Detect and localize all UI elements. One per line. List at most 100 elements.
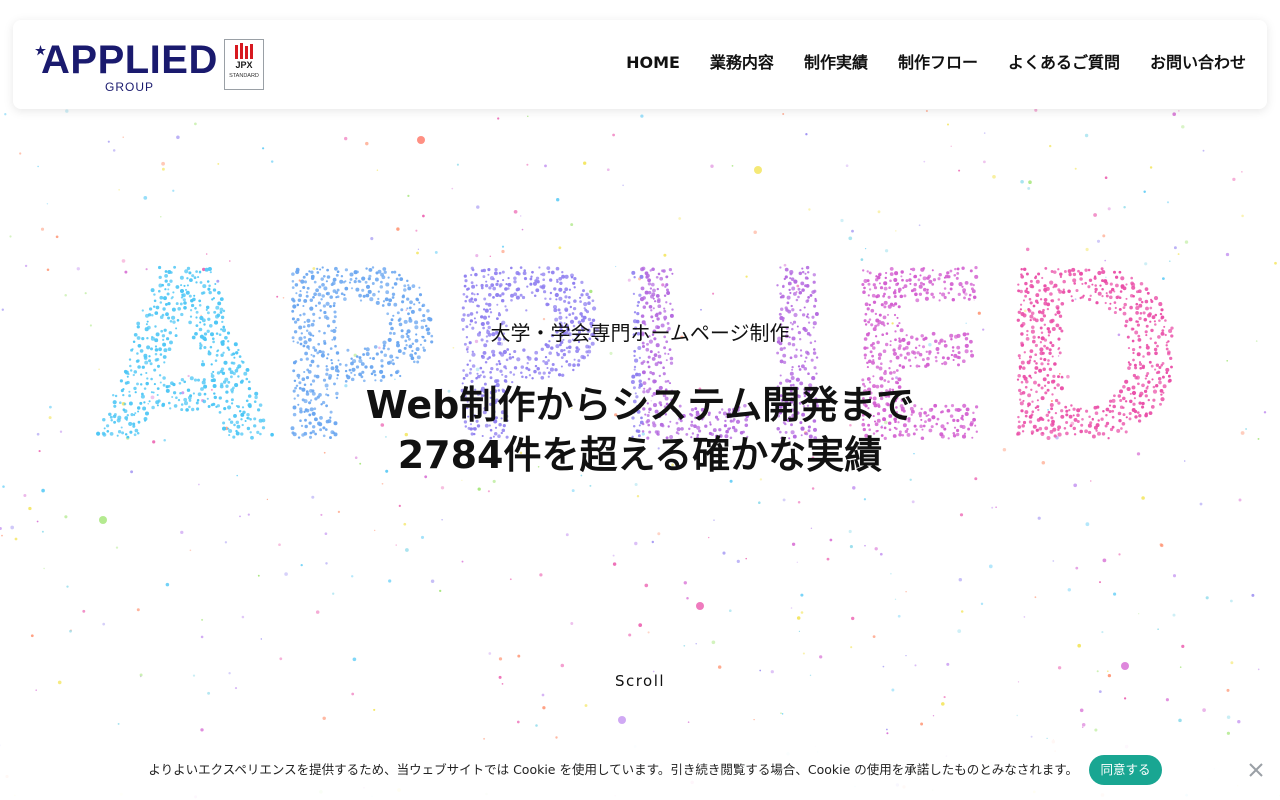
letter-particle [788, 288, 791, 292]
letter-particle [1153, 296, 1159, 301]
particle-dot [1177, 253, 1180, 256]
letter-particle [1017, 283, 1020, 286]
particle-dot [980, 602, 984, 606]
letter-particle [489, 308, 492, 311]
particle-dot [1184, 240, 1189, 244]
letter-particle [1084, 268, 1088, 272]
jpx-logo-icon [235, 43, 253, 59]
letter-particle [359, 280, 362, 283]
particle-dot [376, 169, 379, 171]
letter-particle [1071, 299, 1074, 302]
letter-particle [560, 365, 563, 368]
letter-particle [1155, 363, 1160, 367]
letter-particle [409, 300, 413, 305]
letter-particle [421, 304, 424, 308]
letter-particle [561, 373, 565, 377]
particle-dot [224, 541, 228, 544]
particle-dot [1226, 359, 1229, 362]
letter-particle [422, 314, 426, 318]
letter-particle [149, 362, 153, 366]
letter-particle [1120, 276, 1125, 281]
letter-particle [918, 284, 923, 289]
letter-particle [195, 310, 199, 314]
nav-home[interactable]: HOME [626, 51, 680, 75]
particle-dot [312, 267, 316, 270]
nav-flow[interactable]: 制作フロー [898, 51, 978, 75]
letter-particle [956, 267, 960, 271]
letter-particle [148, 307, 153, 311]
letter-particle [949, 269, 953, 273]
letter-particle [908, 278, 912, 282]
scroll-indicator[interactable]: Scroll [0, 670, 1280, 692]
letter-particle [303, 370, 306, 374]
letter-particle [549, 278, 553, 282]
particle-dot [1172, 613, 1176, 617]
letter-particle [636, 311, 640, 316]
letter-particle [901, 365, 905, 369]
particle-dot [527, 115, 529, 117]
letter-particle [560, 349, 564, 353]
letter-particle [1017, 310, 1021, 314]
letter-particle [465, 295, 469, 299]
letter-particle [800, 281, 805, 286]
particle-dot [614, 265, 617, 268]
letter-particle [500, 298, 505, 303]
letter-particle [504, 305, 507, 308]
particle-dot [911, 500, 915, 504]
letter-particle [950, 353, 954, 357]
particle-dot [176, 135, 180, 140]
particle-dot [877, 210, 881, 214]
letter-particle [1113, 290, 1116, 293]
applied-group-logo[interactable]: APPLIED GROUP [35, 38, 225, 96]
letter-particle [922, 287, 927, 292]
nav-contact[interactable]: お問い合わせ [1150, 51, 1246, 75]
letter-particle [642, 296, 646, 300]
particle-dot [525, 309, 528, 312]
letter-particle [1035, 362, 1038, 365]
letter-particle [932, 278, 937, 282]
letter-particle [1046, 307, 1050, 311]
close-icon[interactable] [1246, 760, 1266, 780]
particle-dot [1226, 715, 1231, 720]
letter-particle [487, 302, 492, 307]
letter-particle [558, 296, 563, 301]
letter-particle [1148, 360, 1152, 364]
letter-particle [564, 308, 569, 312]
letter-particle [871, 293, 876, 298]
letter-particle [886, 313, 890, 316]
letter-particle [1160, 308, 1164, 312]
letter-particle [408, 306, 412, 310]
letter-particle [336, 295, 340, 299]
letter-particle [569, 305, 573, 309]
letter-particle [136, 359, 140, 363]
letter-particle [200, 362, 206, 367]
letter-particle [572, 363, 576, 367]
letter-particle [1104, 301, 1107, 305]
particle-dot [1016, 714, 1018, 717]
nav-faq[interactable]: よくあるご質問 [1008, 51, 1120, 75]
letter-particle [783, 277, 786, 281]
letter-particle [292, 361, 297, 365]
letter-particle [369, 297, 374, 302]
cookie-accept-button[interactable]: 同意する [1089, 755, 1162, 785]
letter-particle [359, 299, 363, 302]
particle-dot [1, 308, 4, 311]
nav-works[interactable]: 制作実績 [804, 51, 868, 75]
letter-particle [555, 298, 558, 301]
letter-particle [874, 312, 878, 316]
particle-dot [609, 351, 613, 355]
particle-dot [1168, 260, 1171, 263]
letter-particle [333, 302, 336, 305]
letter-particle [205, 308, 208, 311]
particle-dot [1107, 207, 1111, 211]
letter-particle [1132, 294, 1135, 298]
letter-particle [649, 287, 653, 290]
letter-particle [485, 302, 488, 306]
letter-particle [786, 301, 790, 305]
particle-dot [991, 506, 994, 509]
nav-services[interactable]: 業務内容 [710, 51, 774, 75]
letter-particle [583, 302, 588, 307]
letter-particle [418, 301, 421, 304]
letter-particle [179, 275, 184, 280]
hero-subtitle: 大学・学会専門ホームページ制作 [490, 321, 790, 345]
